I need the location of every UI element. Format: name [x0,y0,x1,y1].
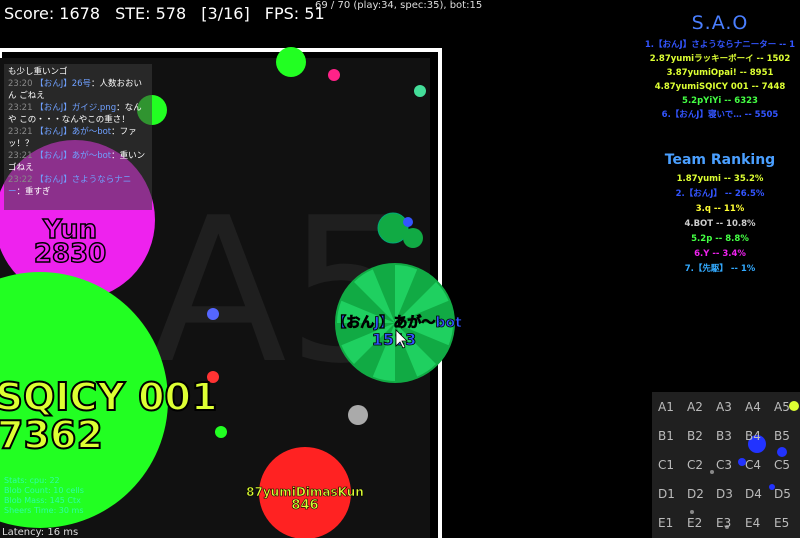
cell-name: 87yumiDimasKun [246,485,364,499]
team-ranking-title: Team Ranking [664,152,776,168]
leaderboard-entry: 5.2pYiYi -- 6323 [682,96,758,106]
team-ranking-entry: 5.2p -- 8.8% [691,234,749,244]
cells-count: [3/16] [201,4,250,23]
minimap-sector: C2 [687,458,704,472]
minimap-sector: E2 [687,516,703,530]
minimap-sector: B2 [687,429,703,443]
chat-sender: 【おんJ】あが～bot [35,151,112,161]
stat-line: Blob Count: 10 cells [4,486,84,495]
chat-message: 23:21 【おんJ】ガイジ.png：なんや この・・・なんやこの重さ！ [8,102,148,126]
leaderboard-title: S.A.O [691,12,749,34]
minimap-sector: C3 [716,458,733,472]
chat-sender: 【おんJ】あが～bot [35,127,112,137]
food-pellet [215,426,227,438]
food-pellet [328,69,340,81]
leaderboard-entry: 3.87yumiOpai! -- 8951 [666,68,774,78]
chat-sender: 【おんJ】ガイジ.png [35,103,117,113]
minimap-sector: B5 [774,429,790,443]
stat-line: Sheers Time: 30 ms [4,506,84,515]
chat-time: 23:22 [8,175,36,185]
minimap-sector: D4 [745,487,762,501]
minimap-sector: A3 [716,400,732,414]
chat-message: 23:21 【おんJ】あが～bot：重いンゴねえ [8,150,148,174]
chat-time: 23:21 [8,103,36,113]
debug-stats: Stats: cpu: 22 Blob Count: 10 cells Blob M… [4,476,84,516]
minimap-sector: E1 [658,516,674,530]
team-ranking-entry: 2.【おんJ】 -- 26.5% [675,189,765,199]
stat-line: Blob Mass: 145 Ctx [4,496,81,505]
chat-time: 23:21 [8,151,36,161]
team-ranking-entry: 1.87yumi -- 35.2% [676,174,764,184]
minimap-sector: A4 [745,400,761,414]
minimap-sector: B3 [716,429,732,443]
food-pellet [414,85,426,97]
team-ranking-list: 1.87yumi -- 35.2% 2.【おんJ】 -- 26.5% 3.q -- … [640,172,800,277]
player-split-cell [403,228,423,248]
score-bar: Score: 1678 STE: 578 [3/16] FPS: 51 [4,4,335,23]
leaderboard-entry: 1.【おんJ】さようならナニーター -- 1 [644,40,796,50]
team-ranking-entry: 4.BOT -- 10.8% [684,219,756,229]
leaderboard: S.A.O 1.【おんJ】さようならナニーター -- 1 2.87yumiラッキー… [640,12,800,122]
cell-mass: 2830 [34,239,106,269]
minimap-sector: A1 [658,400,674,414]
food-pellet [207,308,219,320]
chat-box: も少し重いンゴ 23:20 【おんJ】26号：人数おおいん ごねえ 23:21 【お… [4,64,152,210]
minimap-sector: E5 [774,516,790,530]
chat-time: 23:20 [8,79,36,89]
minimap-sector: D2 [687,487,704,501]
chat-time: 23:21 [8,127,36,137]
minimap-sector: C1 [658,458,675,472]
leaderboard-entry: 6.【おんJ】寝いで… -- 5505 [661,110,779,120]
score-label: Score: 1678 [4,4,101,23]
team-ranking: Team Ranking 1.87yumi -- 35.2% 2.【おんJ】 --… [640,152,800,277]
minimap-sector: B4 [745,429,761,443]
small-cell [276,47,306,77]
cell-mass: 7362 [0,413,103,457]
food-pellet [403,217,413,227]
minimap: A1 A2 A3 A4 A5 B1 B2 B3 B4 B5 C1 C2 C3 C4 C5 D1 D2 D3 D4 D5… [652,392,800,538]
cell-mass: 1513 [372,330,417,349]
chat-message: も少し重いンゴ [8,66,148,78]
minimap-sector: A2 [687,400,703,414]
stat-line: Stats: cpu: 22 [4,476,60,485]
latency-label: Latency: 16 ms [2,527,79,538]
server-info: 69 / 70 (play:34, spec:35), bot:15 [315,0,483,11]
minimap-sector: A5 [774,400,790,414]
minimap-sector: C4 [745,458,762,472]
leaderboard-entry: 2.87yumiラッキーボーイ -- 1502 [649,54,791,64]
team-ranking-entry: 7.【先駆】 -- 1% [684,264,756,274]
chat-text: も少し重いンゴ [8,67,68,77]
avatar-cell [348,405,368,425]
cell-name: 【おんJ】あが～bot [332,314,462,331]
minimap-sector: C5 [774,458,791,472]
leaderboard-entry: 4.87yumiSQICY 001 -- 7448 [654,82,786,92]
minimap-sector: D1 [658,487,675,501]
minimap-sector: D3 [716,487,733,501]
chat-text: ：重すぎ [16,187,51,197]
minimap-sector: B1 [658,429,674,443]
team-ranking-entry: 3.q -- 11% [695,204,745,214]
leaderboard-list: 1.【おんJ】さようならナニーター -- 1 2.87yumiラッキーボーイ --… [640,38,800,122]
chat-sender: 【おんJ】26号 [35,79,92,89]
chat-message: 23:21 【おんJ】あが～bot：ファッ！？ [8,126,148,150]
minimap-sector: E4 [745,516,761,530]
chat-message: 23:22 【おんJ】さようならナニー：重すぎ [8,174,148,198]
minimap-sector: D5 [774,487,791,501]
ste-label: STE: 578 [115,4,187,23]
minimap-sector: E3 [716,516,732,530]
cell-mass: 846 [291,498,318,513]
chat-message: 23:20 【おんJ】26号：人数おおいん ごねえ [8,78,148,102]
team-ranking-entry: 6.Y -- 3.4% [694,249,746,259]
